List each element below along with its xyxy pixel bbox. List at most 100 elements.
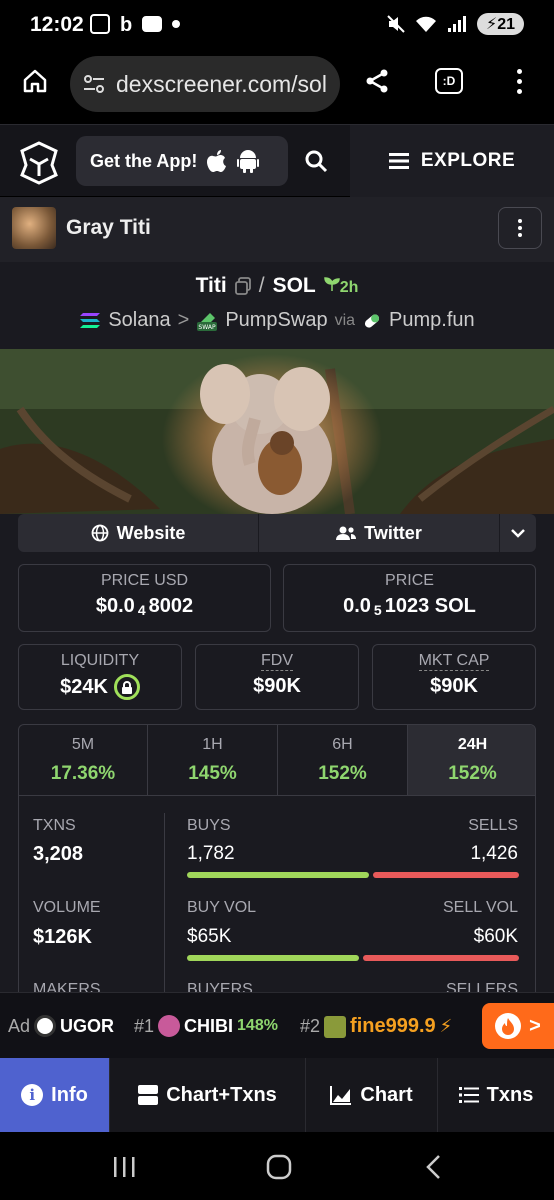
- android-icon: [237, 150, 260, 173]
- bing-icon: b: [120, 14, 133, 36]
- period-1h[interactable]: 1H 145%: [148, 725, 278, 795]
- ticker-item-2[interactable]: #2 fine999.9 ⚡: [300, 1015, 452, 1038]
- token-bar: Gray Titi: [0, 197, 554, 262]
- tab-chart-txns[interactable]: Chart+Txns: [110, 1058, 306, 1132]
- sells-value: 1,426: [470, 843, 518, 864]
- trending-button[interactable]: >: [482, 1003, 554, 1049]
- ticker-item-1[interactable]: #1 CHIBI 148%: [134, 1015, 278, 1037]
- search-icon[interactable]: [304, 149, 328, 178]
- notification-dot-icon: [172, 20, 181, 28]
- sell-vol-bar: [363, 955, 519, 961]
- trending-arrow: >: [529, 1014, 541, 1037]
- apple-icon: [207, 150, 227, 172]
- trending-ticker: Ad UGOR #1 CHIBI 148% #2 fine999.9 ⚡ >: [0, 992, 554, 1058]
- txns-value: 3,208: [33, 843, 84, 865]
- pumpfun-pill-icon: [364, 313, 380, 328]
- sells-label: SELLS: [468, 817, 518, 834]
- pair-quote: SOL: [272, 274, 316, 297]
- fire-icon: [495, 1013, 522, 1039]
- hamburger-icon: [388, 153, 409, 169]
- get-app-button[interactable]: Get the App!: [76, 136, 288, 186]
- ad-label: Ad: [8, 1015, 31, 1036]
- share-icon[interactable]: [362, 66, 392, 96]
- via-label: via: [334, 311, 356, 329]
- buys-bar: [187, 872, 369, 878]
- buy-vol-label: BUY VOL: [187, 899, 257, 916]
- fdv-card: FDV $90K: [195, 644, 359, 710]
- twitter-button[interactable]: Twitter: [259, 514, 499, 552]
- price-native-value: 0.0 5 1023 SOL: [343, 594, 476, 619]
- buys-value: 1,782: [187, 843, 235, 864]
- sells-bar: [373, 872, 519, 878]
- chain-chevron: >: [177, 309, 190, 331]
- pair-base: Titi: [195, 274, 227, 297]
- price-usd-value: $0.0 4 8002: [95, 594, 194, 619]
- dex-name[interactable]: PumpSwap: [225, 309, 327, 332]
- buy-vol-bar: [187, 955, 359, 961]
- fdv-label[interactable]: FDV: [261, 652, 293, 671]
- seedling-icon: [323, 276, 340, 291]
- fine-token-icon: [324, 1015, 347, 1038]
- buys-label: BUYS: [187, 817, 231, 834]
- back-icon[interactable]: [424, 1154, 442, 1185]
- tab-switcher-icon[interactable]: :D: [434, 66, 464, 96]
- period-24h[interactable]: 24H 152%: [408, 725, 535, 795]
- svg-text:SWAP: SWAP: [199, 324, 217, 331]
- solana-icon: [80, 312, 101, 328]
- signal-icon: [447, 16, 466, 32]
- home-nav-icon[interactable]: [266, 1154, 292, 1185]
- recent-apps-icon[interactable]: [112, 1156, 136, 1183]
- ticker-ad-item[interactable]: Ad UGOR: [8, 1015, 114, 1037]
- system-navigation-bar: [0, 1132, 554, 1200]
- volume-value: $126K: [33, 926, 92, 948]
- pair-info: Titi / SOL 2h Solana > SWAP PumpSwap via…: [0, 262, 554, 349]
- dexscreener-logo-icon[interactable]: [18, 139, 60, 185]
- more-links-button[interactable]: [500, 514, 536, 552]
- token-menu-button[interactable]: [498, 207, 542, 249]
- split-view-icon: [138, 1085, 159, 1105]
- stats-panel: 5M 17.36% 1H 145% 6H 152% 24H 152% TXNS …: [18, 724, 536, 1004]
- pumpswap-icon: SWAP: [197, 312, 218, 331]
- liquidity-value: $24K: [60, 675, 108, 698]
- mktcap-card: MKT CAP $90K: [372, 644, 536, 710]
- mktcap-label[interactable]: MKT CAP: [418, 652, 490, 671]
- token-name: Gray Titi: [66, 216, 151, 239]
- url-text: dexscreener.com/sol: [116, 70, 327, 97]
- txns-label: TXNS: [33, 817, 76, 834]
- period-6h[interactable]: 6H 152%: [278, 725, 408, 795]
- copy-icon[interactable]: [234, 277, 251, 295]
- status-time: 12:02: [30, 13, 84, 36]
- tab-chart[interactable]: Chart: [306, 1058, 438, 1132]
- fdv-value: $90K: [253, 675, 301, 697]
- home-icon[interactable]: [20, 66, 50, 96]
- site-header: Get the App! EXPLORE: [0, 124, 554, 197]
- url-bar[interactable]: dexscreener.com/sol: [70, 56, 340, 112]
- users-icon: [336, 526, 357, 540]
- website-label: Website: [116, 522, 186, 543]
- price-native-label: PRICE: [385, 572, 434, 589]
- explore-button[interactable]: EXPLORE: [350, 125, 554, 197]
- launchpad-name[interactable]: Pump.fun: [389, 309, 475, 332]
- chain-name[interactable]: Solana: [108, 309, 170, 332]
- browser-toolbar: dexscreener.com/sol :D: [0, 52, 554, 124]
- screenshot-icon: [90, 14, 110, 34]
- mail-icon: [142, 16, 163, 32]
- tab-txns[interactable]: Txns: [438, 1058, 554, 1132]
- lightning-icon: ⚡: [439, 1016, 453, 1036]
- site-settings-icon[interactable]: [82, 73, 106, 95]
- buy-vol-value: $65K: [187, 926, 232, 947]
- twitter-label: Twitter: [364, 522, 422, 543]
- bottom-tabs: i Info Chart+Txns Chart Txns: [0, 1058, 554, 1132]
- pair-separator: /: [258, 274, 265, 297]
- mktcap-value: $90K: [430, 675, 478, 697]
- lock-icon[interactable]: [113, 674, 140, 700]
- website-button[interactable]: Website: [18, 514, 258, 552]
- list-icon: [458, 1087, 479, 1103]
- globe-icon: [91, 524, 109, 542]
- tab-info[interactable]: i Info: [0, 1058, 110, 1132]
- period-5m[interactable]: 5M 17.36%: [19, 725, 148, 795]
- stats-divider: [164, 813, 165, 1003]
- ad-token-name: UGOR: [60, 1015, 115, 1036]
- sell-vol-label: SELL VOL: [442, 899, 518, 916]
- browser-menu-icon[interactable]: [504, 66, 534, 96]
